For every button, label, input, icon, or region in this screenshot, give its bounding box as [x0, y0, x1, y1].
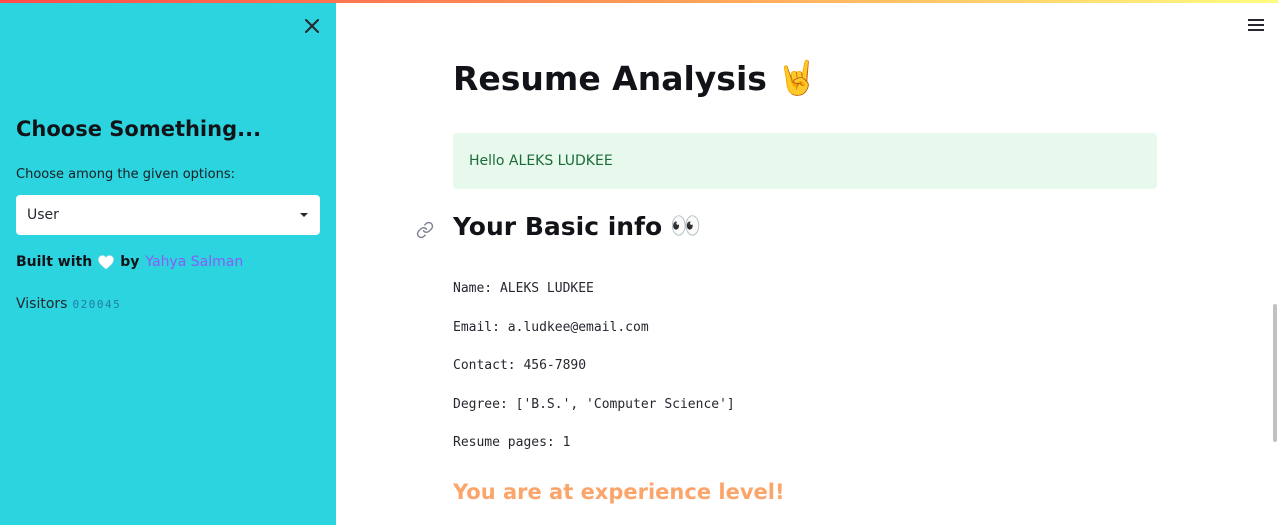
experience-level-heading: You are at experience level!: [453, 480, 785, 504]
close-sidebar-button[interactable]: [301, 15, 323, 37]
info-degree: Degree: ['B.S.', 'Computer Science']: [453, 397, 735, 412]
by-text: by: [120, 254, 140, 270]
sidebar-heading: Choose Something...: [16, 117, 262, 141]
info-contact: Contact: 456-7890: [453, 358, 587, 373]
close-icon: [305, 19, 319, 33]
select-value: User: [27, 207, 59, 223]
built-with-text: Built with: [16, 254, 93, 270]
author-link[interactable]: Yahya Salman: [145, 254, 243, 270]
top-decoration-bar: [0, 0, 1278, 3]
info-name: Name: ALEKS LUDKEE: [453, 281, 594, 296]
heart-icon: [98, 254, 115, 269]
main-menu-button[interactable]: [1246, 17, 1266, 33]
basic-info-heading-text: Your Basic info: [453, 211, 663, 241]
basic-info-heading: Your Basic info 👀: [453, 211, 701, 241]
visitors-counter: Visitors 020045: [16, 296, 121, 312]
link-icon: [416, 221, 434, 239]
rock-hand-emoji: 🤘: [776, 58, 818, 97]
visitor-count: 020045: [72, 298, 122, 311]
visitors-label: Visitors: [16, 296, 68, 312]
info-email: Email: a.ludkee@email.com: [453, 320, 649, 335]
anchor-link-button[interactable]: [416, 221, 434, 239]
info-resume-pages: Resume pages: 1: [453, 435, 571, 450]
hamburger-icon: [1248, 19, 1264, 31]
options-select[interactable]: User: [16, 195, 320, 235]
page-title: Resume Analysis 🤘: [453, 58, 818, 98]
eyes-emoji: 👀: [670, 211, 702, 240]
select-label: Choose among the given options:: [16, 167, 235, 182]
sidebar: Choose Something... Choose among the giv…: [0, 0, 336, 525]
caret-down-icon: [300, 213, 308, 217]
built-with-credit: Built with by Yahya Salman: [16, 254, 243, 270]
greeting-alert: Hello ALEKS LUDKEE: [453, 133, 1157, 189]
scrollbar[interactable]: [1273, 304, 1277, 442]
page-title-text: Resume Analysis: [453, 58, 767, 98]
greeting-text: Hello ALEKS LUDKEE: [469, 153, 613, 169]
